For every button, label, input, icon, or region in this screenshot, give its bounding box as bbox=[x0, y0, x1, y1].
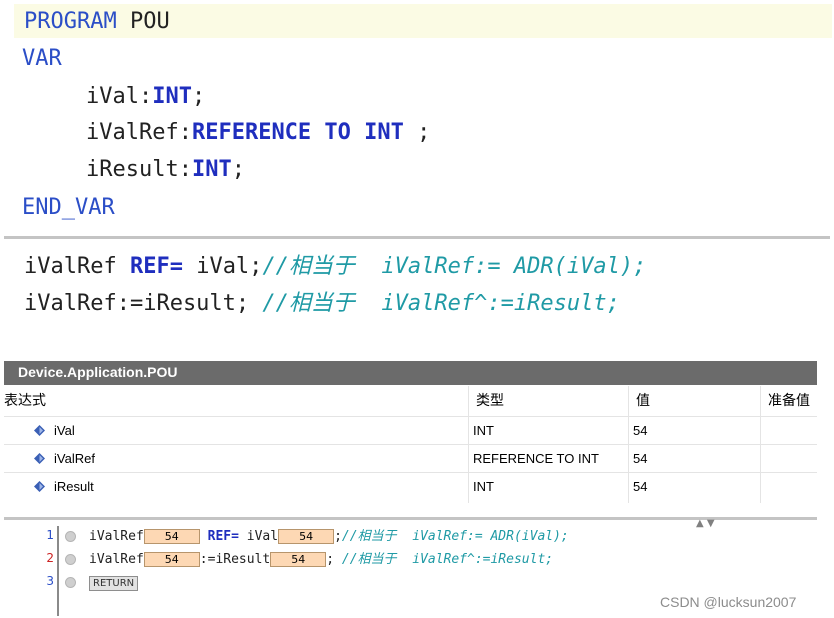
var-semicolon: ; bbox=[231, 157, 245, 182]
row-value: 54 bbox=[633, 479, 648, 494]
monitor-line-2[interactable]: iValRef 54:=iResult 54; //相当于 iValRef^:=iR… bbox=[89, 551, 553, 568]
impl-line-2[interactable]: iValRef:=iResult; //相当于 iValRef^:=iResul… bbox=[24, 291, 620, 317]
variable-icon bbox=[34, 453, 45, 464]
var-decl-ivalref[interactable]: iValRef:REFERENCE TO INT ; bbox=[86, 120, 430, 146]
row-expression: iVal bbox=[54, 423, 75, 438]
impl-line-1[interactable]: iValRef REF= iVal;//相当于 iValRef:= ADR(iV… bbox=[24, 254, 646, 280]
monitor-ident: iValRef bbox=[89, 552, 144, 567]
impl-code: iValRef:=iResult; bbox=[24, 291, 263, 316]
inline-value-box[interactable]: 54 bbox=[143, 529, 200, 544]
monitor-punct: ; bbox=[334, 529, 342, 544]
inline-value-box[interactable]: 54 bbox=[270, 552, 327, 567]
var-type: REFERENCE TO INT bbox=[191, 120, 404, 145]
monitor-line-1[interactable]: iValRef 54 REF= iVal 54 ;//相当于 iValRef:= AD… bbox=[89, 528, 569, 545]
arrow-up-icon[interactable]: ▲ bbox=[696, 518, 704, 529]
editor-splitter[interactable] bbox=[4, 236, 830, 239]
var-colon: : bbox=[178, 157, 192, 182]
pou-name: POU bbox=[129, 9, 170, 34]
monitor-ident: iVal bbox=[238, 529, 279, 544]
monitor-punct: ; bbox=[326, 552, 342, 567]
inline-value-box[interactable]: 54 bbox=[278, 529, 335, 544]
return-marker[interactable]: RETURN bbox=[89, 576, 139, 591]
row-value: 54 bbox=[633, 451, 648, 466]
monitor-ident: iValRef bbox=[89, 529, 144, 544]
var-decl-iresult[interactable]: iResult:INT; bbox=[86, 157, 245, 183]
row-value: 54 bbox=[633, 423, 648, 438]
watch-panel-title: Device.Application.POU bbox=[18, 364, 178, 380]
line-number: 1 bbox=[46, 528, 54, 542]
var-semicolon: ; bbox=[403, 120, 431, 145]
watch-table: 表达式 类型 值 准备值 iVal INT 54 iValRef REFEREN… bbox=[4, 386, 817, 503]
monitor-line-3[interactable]: RETURN bbox=[89, 574, 139, 591]
monitor-ident: :=iResult bbox=[199, 552, 271, 567]
column-header-value[interactable]: 值 bbox=[636, 386, 650, 416]
monitor-comment: //相当于 iValRef:= ADR(iVal); bbox=[341, 529, 569, 544]
var-name: iValRef bbox=[86, 120, 179, 145]
breakpoint-marker[interactable] bbox=[65, 531, 76, 542]
scroll-arrows[interactable]: ▲ ▼ bbox=[696, 518, 715, 529]
impl-rest: iVal; bbox=[182, 254, 263, 279]
row-expression: iResult bbox=[54, 479, 94, 494]
var-type: INT bbox=[191, 157, 232, 182]
column-header-type[interactable]: 类型 bbox=[476, 386, 504, 416]
row-type: INT bbox=[473, 479, 494, 494]
impl-comment: //相当于 iValRef^:=iResult; bbox=[262, 291, 620, 316]
var-decl-ival[interactable]: iVal:INT; bbox=[86, 84, 205, 110]
end-var-keyword: END_VAR bbox=[22, 195, 115, 220]
var-keyword-line[interactable]: VAR bbox=[22, 46, 62, 72]
row-type: INT bbox=[473, 423, 494, 438]
var-colon: : bbox=[138, 84, 153, 109]
line-number: 2 bbox=[46, 551, 54, 565]
table-row[interactable]: iValRef REFERENCE TO INT 54 bbox=[4, 444, 817, 472]
table-row[interactable]: iVal INT 54 bbox=[4, 416, 817, 444]
ref-assign-operator: REF= bbox=[199, 529, 239, 544]
var-colon: : bbox=[178, 120, 192, 145]
variable-icon bbox=[34, 481, 45, 492]
var-name: iResult bbox=[86, 157, 179, 182]
row-expression: iValRef bbox=[54, 451, 95, 466]
impl-comment: //相当于 iValRef:= ADR(iVal); bbox=[262, 254, 647, 279]
impl-ident: iValRef bbox=[24, 254, 130, 279]
row-type: REFERENCE TO INT bbox=[473, 451, 599, 466]
line-number: 3 bbox=[46, 574, 54, 588]
breakpoint-marker[interactable] bbox=[65, 577, 76, 588]
gutter-divider bbox=[57, 526, 59, 616]
monitor-comment: //相当于 iValRef^:=iResult; bbox=[341, 552, 554, 567]
var-name: iVal bbox=[86, 84, 139, 109]
watermark: CSDN @lucksun2007 bbox=[660, 594, 797, 610]
end-var-line[interactable]: END_VAR bbox=[22, 195, 115, 221]
program-declaration-line[interactable]: PROGRAM POU bbox=[24, 9, 170, 35]
program-keyword: PROGRAM bbox=[24, 9, 117, 34]
inline-value-box[interactable]: 54 bbox=[143, 552, 200, 567]
arrow-down-icon[interactable]: ▼ bbox=[707, 518, 715, 529]
breakpoint-marker[interactable] bbox=[65, 554, 76, 565]
var-keyword: VAR bbox=[22, 46, 62, 71]
column-header-prepared-value[interactable]: 准备值 bbox=[768, 386, 810, 416]
var-semicolon: ; bbox=[191, 84, 206, 109]
column-header-expression[interactable]: 表达式 bbox=[4, 386, 46, 416]
ref-assign-operator: REF= bbox=[129, 254, 183, 279]
variable-icon bbox=[34, 425, 45, 436]
table-row[interactable]: iResult INT 54 bbox=[4, 472, 817, 500]
var-type: INT bbox=[152, 84, 192, 109]
watch-panel-title-bar: Device.Application.POU bbox=[4, 361, 817, 385]
